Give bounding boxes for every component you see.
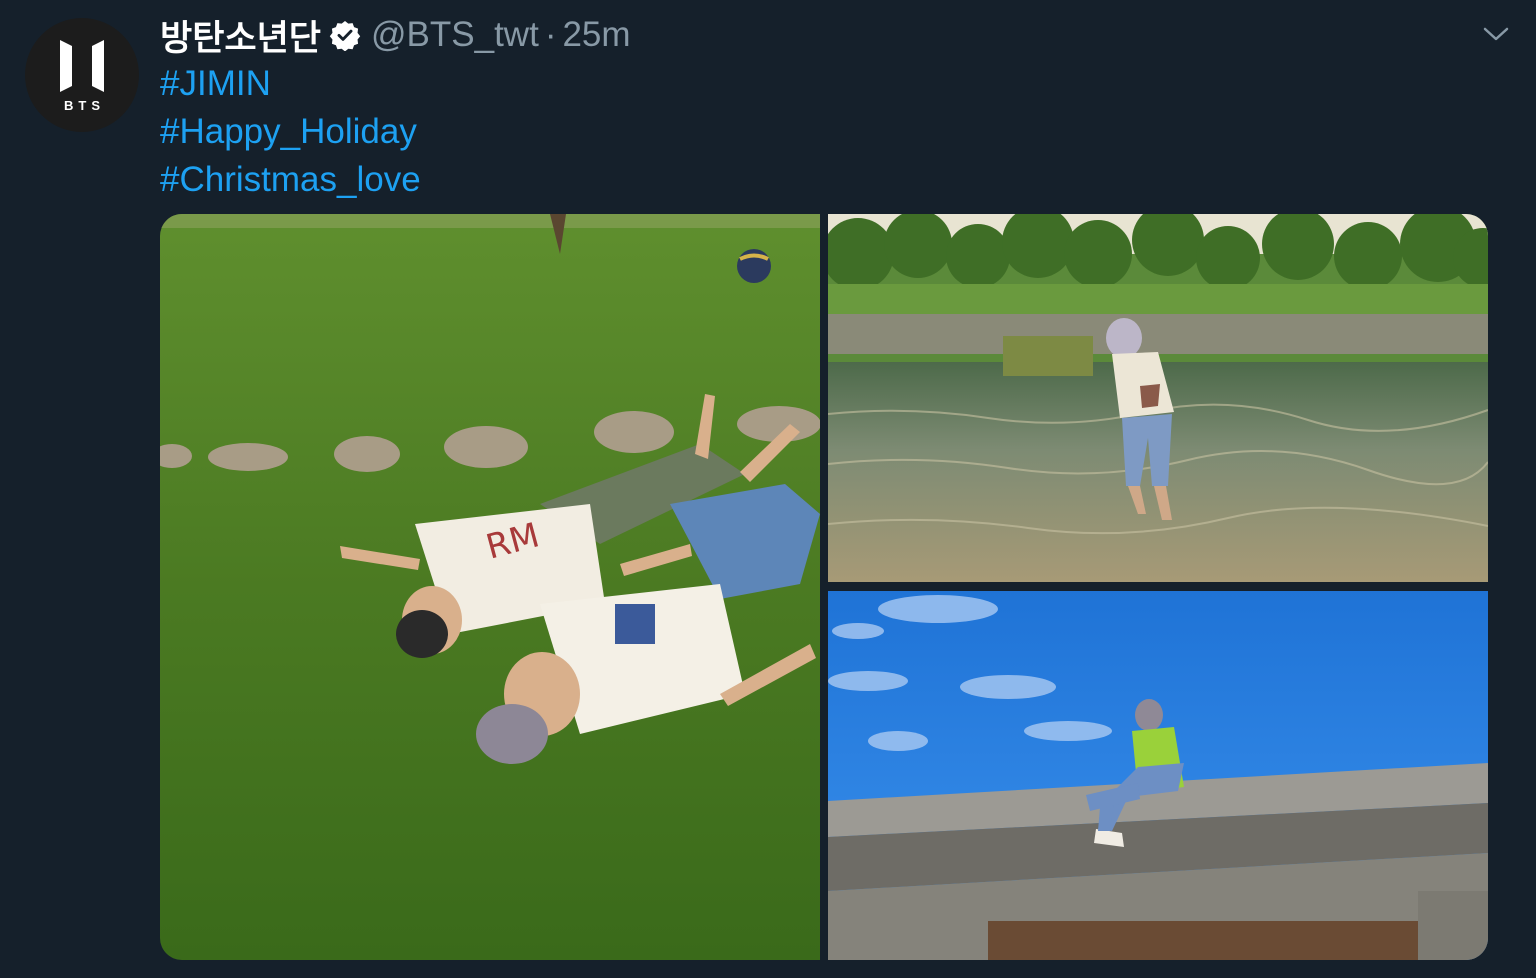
photo-sitting-on-roof[interactable] bbox=[828, 591, 1488, 960]
hashtag-christmas-love[interactable]: #Christmas_love bbox=[160, 156, 421, 204]
user-handle[interactable]: @BTS_twt bbox=[371, 15, 539, 55]
tweet-text: #JIMIN #Happy_Holiday #Christmas_love bbox=[160, 60, 421, 204]
bts-logo-icon bbox=[60, 39, 104, 92]
timestamp[interactable]: 25m bbox=[562, 15, 630, 55]
avatar-brand-text: BTS bbox=[64, 97, 105, 113]
photo-standing-in-river[interactable] bbox=[828, 214, 1488, 582]
hashtag-jimin[interactable]: #JIMIN bbox=[160, 60, 421, 108]
verified-badge-icon bbox=[329, 19, 361, 51]
chevron-down-icon[interactable] bbox=[1480, 22, 1512, 46]
tweet-header: 방탄소년단 @BTS_twt · 25m bbox=[160, 10, 631, 60]
hashtag-happy-holiday[interactable]: #Happy_Holiday bbox=[160, 108, 421, 156]
avatar[interactable]: BTS bbox=[25, 18, 139, 132]
media-grid: RM bbox=[160, 214, 1488, 960]
photo-lying-on-grass[interactable]: RM bbox=[160, 214, 820, 960]
display-name[interactable]: 방탄소년단 bbox=[160, 10, 321, 61]
separator-dot: · bbox=[544, 15, 557, 54]
